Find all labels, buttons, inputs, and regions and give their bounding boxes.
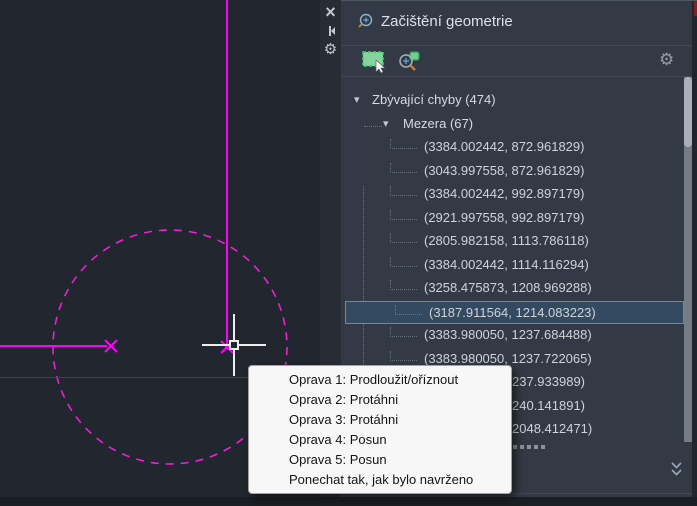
fix-menu-item[interactable]: Oprava 1: Prodloužit/oříznout: [249, 370, 511, 390]
error-coordinate-label: (3258.475873, 1208.969288): [424, 280, 592, 295]
error-coordinate-label: (3187.911564, 1214.083223): [429, 304, 596, 320]
select-errors-tool-button[interactable]: [361, 50, 389, 74]
tree-item-selected[interactable]: (3187.911564, 1214.083223): [345, 300, 684, 324]
tree-root-label: Zbývající chyby (474): [372, 92, 496, 107]
tree-group-mezera[interactable]: ▾ Mezera (67): [341, 113, 684, 136]
tree-connector: [390, 162, 417, 173]
expand-section-chevron-icon[interactable]: [669, 461, 684, 478]
tree-item[interactable]: (2921.997558, 992.897179): [341, 207, 684, 230]
error-coordinate-label: (3383.980050, 1237.722065): [424, 350, 592, 366]
error-coordinate-label: (3384.002442, 872.961829): [424, 139, 585, 154]
error-coordinate-label: 2048.412471): [512, 421, 593, 436]
error-coordinate-label: 237.933989): [512, 374, 586, 389]
tree-connector: [390, 350, 417, 361]
grip-dot: [513, 445, 517, 449]
scrollbar-thumb[interactable]: [684, 77, 692, 147]
collapse-arrow-icon[interactable]: ▾: [354, 93, 360, 106]
fix-menu-item[interactable]: Oprava 3: Protáhni: [249, 410, 511, 430]
panel-right-edge: [692, 1, 697, 498]
fix-menu-item[interactable]: Oprava 4: Posun: [249, 430, 511, 450]
tree-item[interactable]: (3384.002442, 1114.116294): [341, 254, 684, 277]
tree-root-remaining-errors[interactable]: ▾ Zbývající chyby (474): [341, 89, 684, 112]
tree-item[interactable]: (3384.002442, 992.897179): [341, 183, 684, 206]
bottom-bar: [0, 497, 697, 506]
fix-menu-item[interactable]: Ponechat tak, jak bylo navrženo: [249, 470, 511, 490]
tree-connector: [364, 125, 382, 127]
properties-gear-icon[interactable]: ⚙: [320, 40, 341, 59]
polyline-vertical: [226, 0, 228, 349]
tree-item[interactable]: (3043.997558, 872.961829): [341, 160, 684, 183]
zoom-to-error-tool-button[interactable]: [397, 51, 421, 75]
grip-dot: [534, 445, 538, 449]
tree-item[interactable]: (3383.980050, 1237.684488): [341, 324, 684, 347]
tree-connector: [390, 186, 417, 196]
autohide-pin-icon[interactable]: [320, 21, 341, 40]
application-window: × ⚙ Začištění geometrie ⚙ ▾ Zbývající ch…: [0, 0, 697, 506]
collapse-arrow-icon[interactable]: ▾: [383, 117, 389, 130]
divider: [341, 45, 697, 46]
tree-connector: [390, 233, 417, 243]
tree-connector: [390, 139, 417, 149]
error-coordinate-label: (2805.982158, 1113.786118): [424, 233, 589, 248]
polyline-horizontal: [0, 345, 107, 347]
error-coordinate-label: (3043.997558, 872.961829): [424, 162, 585, 178]
fix-menu-item[interactable]: Oprava 5: Posun: [249, 450, 511, 470]
error-coordinate-label: (3383.980050, 1237.684488): [424, 327, 592, 342]
fix-options-menu: Oprava 1: Prodloužit/oříznout Oprava 2: P…: [248, 365, 512, 494]
tree-item[interactable]: (3258.475873, 1208.969288): [341, 277, 684, 300]
error-x-marker[interactable]: [103, 338, 119, 354]
tree-item[interactable]: (3384.002442, 872.961829): [341, 136, 684, 159]
settings-gear-icon[interactable]: ⚙: [659, 52, 674, 69]
tree-connector: [390, 209, 417, 220]
grip-dot: [541, 445, 545, 449]
error-coordinate-label: 240.141891): [512, 397, 586, 413]
tree-connector: [395, 304, 422, 315]
tree-group-label: Mezera (67): [403, 115, 474, 131]
error-coordinate-label: (2921.997558, 992.897179): [424, 209, 585, 225]
close-icon[interactable]: ×: [320, 2, 341, 21]
panel-title: Začištění geometrie: [381, 13, 513, 30]
error-coordinate-label: (3384.002442, 992.897179): [424, 186, 585, 201]
fix-menu-item[interactable]: Oprava 2: Protáhni: [249, 390, 511, 410]
tree-connector: [390, 280, 417, 290]
pickbox: [229, 340, 239, 350]
grip-dot: [520, 445, 524, 449]
magnifier-title-icon: [358, 13, 373, 28]
error-coordinate-label: (3384.002442, 1114.116294): [424, 256, 589, 272]
tree-item[interactable]: (2805.982158, 1113.786118): [341, 230, 684, 253]
tree-connector: [390, 327, 417, 337]
grip-dot: [527, 445, 531, 449]
tree-connector: [390, 256, 417, 267]
